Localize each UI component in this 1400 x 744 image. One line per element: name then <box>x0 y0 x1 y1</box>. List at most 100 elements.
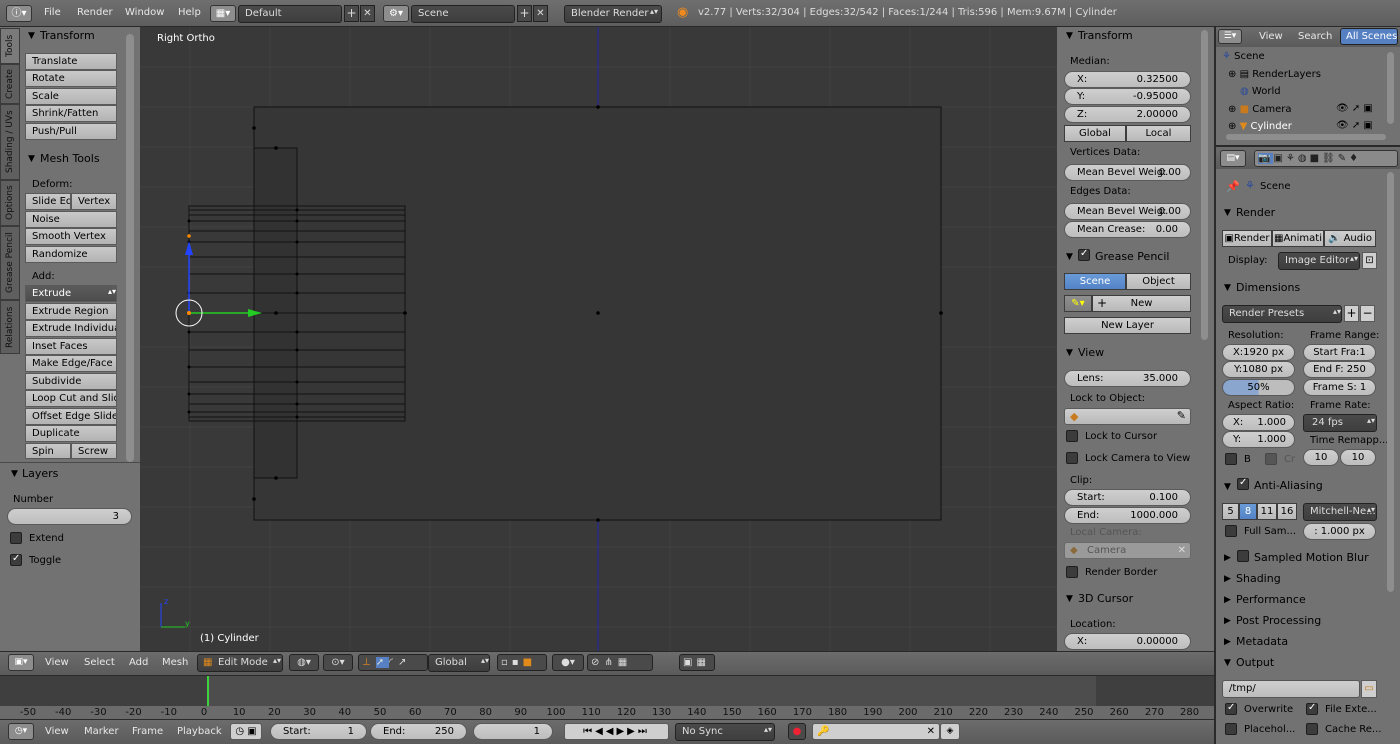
lock-interface-icon[interactable]: ⊡ <box>1362 252 1377 269</box>
viewport-3d[interactable]: Right Ortho (1) Cylinder z y <box>140 27 1057 651</box>
remap-old-field[interactable]: 10 <box>1303 449 1339 466</box>
start-frame-field[interactable]: Start Fra:1 <box>1303 344 1376 361</box>
median-y-field[interactable]: Y: -0.95000 <box>1064 88 1191 105</box>
screw-button[interactable]: Screw <box>71 443 117 459</box>
extrude-dropdown[interactable]: Extrude <box>25 285 117 302</box>
render-presets-select[interactable]: Render Presets <box>1222 305 1342 323</box>
add-layout-icon[interactable]: + <box>344 5 359 22</box>
tab-create[interactable]: Create <box>0 64 20 104</box>
animation-button[interactable]: ▦Animati <box>1272 230 1324 247</box>
expand-icon[interactable]: ⊕ <box>1228 121 1236 131</box>
grease-object-toggle[interactable]: Object <box>1126 273 1191 290</box>
properties-context-icons[interactable]: 📷▣⚘◍■⛓✎♦ <box>1254 150 1398 167</box>
viewport-shading-icon[interactable]: ◍▾ <box>289 654 319 671</box>
aa-16-toggle[interactable]: 16 <box>1277 503 1297 520</box>
global-toggle[interactable]: Global <box>1064 125 1126 142</box>
timeline[interactable]: -50 -40 -30 -20 -10 0 10 20 30 40 50 60 70 80 90 100 110… <box>0 675 1214 720</box>
eyedropper-icon[interactable]: ✎ <box>1177 409 1186 422</box>
outliner-editor-icon[interactable]: ☰▾ <box>1218 29 1242 44</box>
post-processing-expand-icon[interactable]: ▶ <box>1224 616 1231 626</box>
remove-layout-icon[interactable]: ✕ <box>360 5 375 22</box>
anti-aliasing-checkbox[interactable] <box>1237 477 1249 490</box>
remap-new-field[interactable]: 10 <box>1340 449 1376 466</box>
resolution-percent-field[interactable]: 50% <box>1222 379 1295 396</box>
mean-bevel-edge-field[interactable]: Mean Bevel Weig: 0.00 <box>1064 203 1191 220</box>
expand-icon[interactable]: ⊕ <box>1228 69 1236 80</box>
select-mode-icons[interactable]: ▫▪■ <box>497 654 547 671</box>
inset-faces-button[interactable]: Inset Faces <box>25 338 117 355</box>
cylinder-visibility-icons[interactable]: 👁 ➚ ▣ <box>1336 120 1373 130</box>
loop-cut-button[interactable]: Loop Cut and Slide <box>25 390 117 407</box>
crop-checkbox[interactable] <box>1265 453 1277 465</box>
output-collapse-icon[interactable]: ▼ <box>1224 658 1231 668</box>
aa-11-toggle[interactable]: 11 <box>1257 503 1277 520</box>
median-z-field[interactable]: Z: 2.00000 <box>1064 106 1191 123</box>
end-frame-field[interactable]: End F: 250 <box>1303 361 1376 378</box>
timeline-editor-icon[interactable]: ◷▾ <box>8 723 34 740</box>
audio-button[interactable]: 🔊 Audio <box>1324 230 1376 247</box>
cursor-x-field[interactable]: X: 0.00000 <box>1064 633 1191 650</box>
mesh-tools-collapse-icon[interactable]: ▼ <box>28 154 35 164</box>
menu-file[interactable]: File <box>44 7 61 18</box>
timeline-menu-playback[interactable]: Playback <box>177 726 222 737</box>
median-x-field[interactable]: X: 0.32500 <box>1064 71 1191 88</box>
smooth-vertex-button[interactable]: Smooth Vertex <box>25 228 117 245</box>
start-frame-timeline-field[interactable]: Start: 1 <box>270 723 367 740</box>
grease-pencil-icon[interactable]: ✎▾ <box>1064 295 1092 312</box>
tab-options[interactable]: Options <box>0 180 20 226</box>
filter-size-field[interactable]: : 1.000 px <box>1303 523 1376 540</box>
pivot-point-icon[interactable]: ⊙▾ <box>323 654 353 671</box>
pin-icon[interactable]: 📌 <box>1226 180 1240 193</box>
motion-blur-header[interactable]: Sampled Motion Blur <box>1254 551 1369 564</box>
placeholders-checkbox[interactable] <box>1225 723 1237 735</box>
performance-header[interactable]: Performance <box>1236 593 1306 606</box>
layers-collapse-icon[interactable]: ▼ <box>11 469 18 479</box>
add-scene-icon[interactable]: + <box>517 5 532 22</box>
clear-icon[interactable]: ✕ <box>1178 543 1186 558</box>
outliner-item-scene[interactable]: ⚘ Scene <box>1222 51 1265 62</box>
extend-checkbox[interactable] <box>10 532 22 544</box>
render-panel-header[interactable]: Render <box>1236 206 1275 219</box>
n-transform-header[interactable]: Transform <box>1078 29 1133 42</box>
remove-preset-icon[interactable]: − <box>1360 305 1375 322</box>
view3d-editor-icon[interactable]: ▣▾ <box>8 654 34 671</box>
render-button[interactable]: ▣Render <box>1222 230 1272 247</box>
grease-collapse-icon[interactable]: ▼ <box>1066 252 1073 262</box>
tab-shading-uvs[interactable]: Shading / UVs <box>0 104 20 180</box>
mean-crease-field[interactable]: Mean Crease: 0.00 <box>1064 221 1191 238</box>
motion-blur-expand-icon[interactable]: ▶ <box>1224 553 1231 563</box>
timeline-menu-marker[interactable]: Marker <box>84 726 119 737</box>
motion-blur-checkbox[interactable] <box>1237 550 1249 562</box>
local-camera-field[interactable]: ◆ Camera ✕ <box>1064 542 1191 559</box>
aa-filter-select[interactable]: Mitchell-Ne... <box>1303 503 1377 521</box>
render-collapse-icon[interactable]: ▼ <box>1224 208 1231 218</box>
lock-object-field[interactable]: ◆ ✎ <box>1064 408 1191 425</box>
frame-rate-select[interactable]: 24 fps <box>1303 414 1377 432</box>
menu-window[interactable]: Window <box>125 7 164 18</box>
outliner-item-camera[interactable]: ⊕ ■ Camera <box>1228 104 1291 115</box>
outliner-view-menu[interactable]: View <box>1259 31 1283 42</box>
tab-relations[interactable]: Relations <box>0 300 20 354</box>
layers-header[interactable]: Layers <box>22 467 58 480</box>
snap-icons[interactable]: ⊘⋔▦ <box>587 654 653 671</box>
performance-expand-icon[interactable]: ▶ <box>1224 595 1231 605</box>
resolution-y-field[interactable]: Y:1080 px <box>1222 361 1295 378</box>
extrude-region-button[interactable]: Extrude Region <box>25 303 117 320</box>
timeline-menu-frame[interactable]: Frame <box>132 726 163 737</box>
opengl-render-icons[interactable]: ▣▦ <box>679 654 715 671</box>
outliner-item-cylinder[interactable]: ⊕ ▼ Cylinder <box>1228 121 1292 131</box>
push-pull-button[interactable]: Push/Pull <box>25 123 117 140</box>
render-props-scrollbar[interactable] <box>1387 172 1394 592</box>
outliner-search-menu[interactable]: Search <box>1298 31 1332 42</box>
view-panel-header[interactable]: View <box>1078 346 1104 359</box>
manipulator-icons[interactable]: ⊥➚◜↗ <box>358 654 428 671</box>
properties-editor-icon[interactable]: ▤▾ <box>1220 150 1246 167</box>
spin-button[interactable]: Spin <box>25 443 71 459</box>
translate-button[interactable]: Translate <box>25 53 117 70</box>
scene-icon[interactable]: ⚙▾ <box>383 5 409 22</box>
view-collapse-icon[interactable]: ▼ <box>1066 348 1073 358</box>
grease-pencil-checkbox[interactable] <box>1078 248 1090 261</box>
render-engine-select[interactable]: Blender Render <box>564 5 662 23</box>
toggle-checkbox[interactable] <box>10 553 22 566</box>
output-path-field[interactable]: /tmp/ <box>1222 680 1360 698</box>
